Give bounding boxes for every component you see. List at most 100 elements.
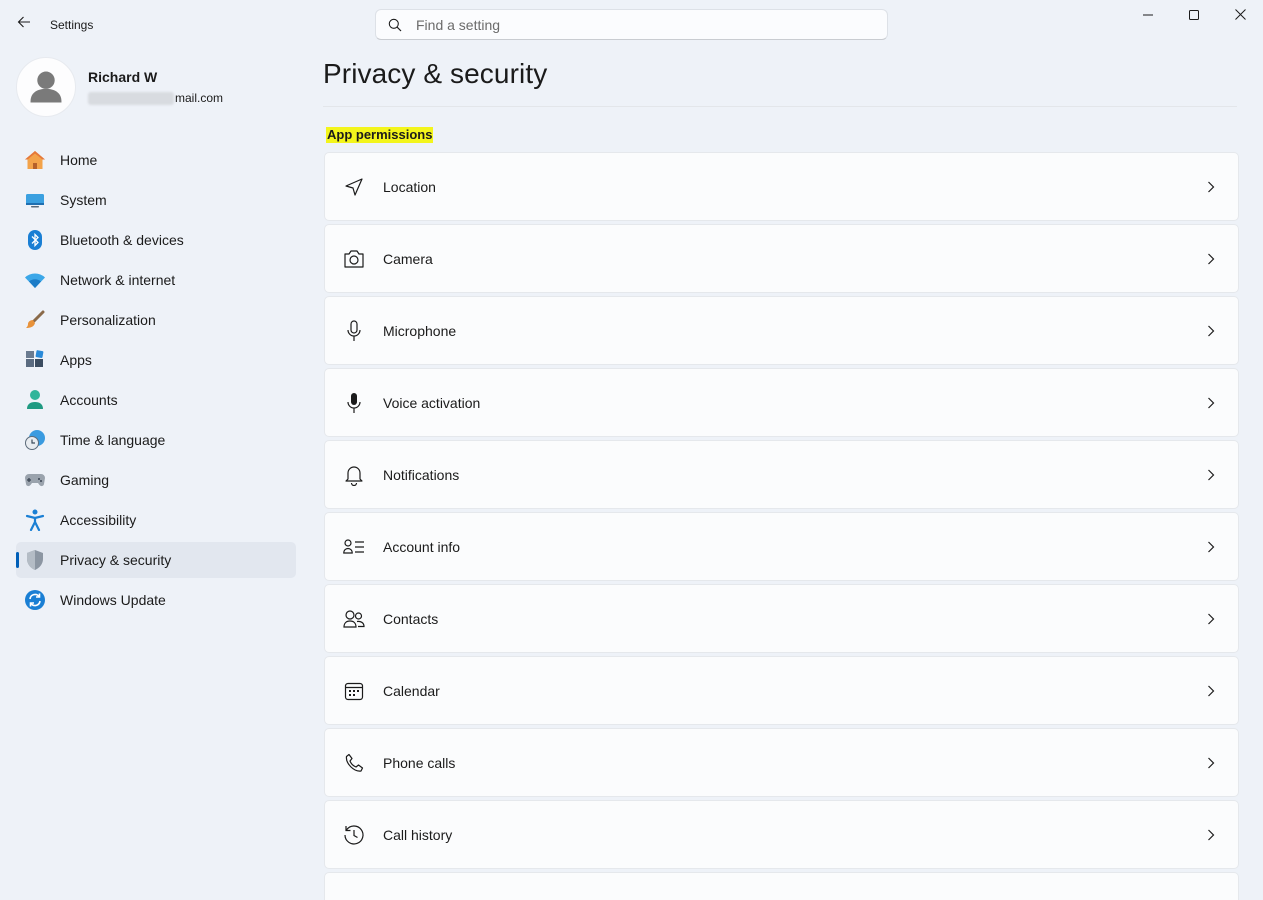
- permission-phone-calls[interactable]: Phone calls: [324, 728, 1239, 797]
- chevron-right-icon: [1204, 683, 1218, 699]
- permission-label: Voice activation: [383, 394, 481, 411]
- home-icon: [24, 149, 46, 171]
- permission-calendar[interactable]: Calendar: [324, 656, 1239, 725]
- minimize-icon: [1143, 7, 1153, 25]
- sidebar-item-home[interactable]: Home: [16, 142, 296, 178]
- sidebar-item-windows-update[interactable]: Windows Update: [16, 582, 296, 618]
- permission-label: Calendar: [383, 682, 440, 699]
- email-redacted: [88, 91, 174, 105]
- shield-icon: [24, 549, 46, 571]
- close-icon: [1234, 7, 1246, 25]
- permission-label: Microphone: [383, 322, 457, 339]
- permission-contacts[interactable]: Contacts: [324, 584, 1239, 653]
- permission-camera[interactable]: Camera: [324, 224, 1239, 293]
- accessibility-icon: [24, 509, 46, 531]
- time-language-icon: [24, 429, 46, 451]
- sidebar-item-network[interactable]: Network & internet: [16, 262, 296, 298]
- profile-email: mail.com: [88, 91, 223, 105]
- permission-microphone[interactable]: Microphone: [324, 296, 1239, 365]
- title-bar: Settings: [0, 0, 1263, 48]
- back-arrow-icon: [17, 15, 31, 34]
- maximize-button[interactable]: [1171, 0, 1217, 32]
- sidebar-item-accounts[interactable]: Accounts: [16, 382, 296, 418]
- sidebar-item-label: Network & internet: [60, 272, 176, 288]
- chevron-right-icon: [1204, 179, 1218, 195]
- calendar-icon: [342, 679, 366, 703]
- permission-label: Camera: [383, 250, 433, 267]
- sidebar-item-accessibility[interactable]: Accessibility: [16, 502, 296, 538]
- window-controls: [1125, 0, 1263, 32]
- permission-call-history[interactable]: Call history: [324, 800, 1239, 869]
- avatar: [16, 57, 76, 117]
- sidebar-item-label: Bluetooth & devices: [60, 232, 184, 248]
- back-button[interactable]: [10, 10, 38, 38]
- sidebar-item-label: Accounts: [60, 392, 118, 408]
- chevron-right-icon: [1204, 539, 1218, 555]
- sidebar-item-gaming[interactable]: Gaming: [16, 462, 296, 498]
- permission-location[interactable]: Location: [324, 152, 1239, 221]
- permission-next-partial[interactable]: [324, 872, 1239, 900]
- account-info-icon: [342, 535, 366, 559]
- sidebar-item-label: System: [60, 192, 107, 208]
- partial-icon: [342, 895, 366, 900]
- chevron-right-icon: [1204, 611, 1218, 627]
- phone-icon: [342, 751, 366, 775]
- profile-email-domain: mail.com: [175, 91, 224, 105]
- wifi-icon: [24, 269, 46, 291]
- permission-notifications[interactable]: Notifications: [324, 440, 1239, 509]
- camera-icon: [342, 247, 366, 271]
- title-divider: [323, 106, 1237, 107]
- sidebar-item-label: Gaming: [60, 472, 110, 488]
- search-icon: [388, 17, 404, 33]
- permission-label: Notifications: [383, 466, 460, 483]
- system-icon: [24, 189, 46, 211]
- permissions-list: Location Camera Microphone Voice activat…: [324, 152, 1239, 900]
- sidebar-item-label: Accessibility: [60, 512, 137, 528]
- location-icon: [342, 175, 366, 199]
- search-input[interactable]: [416, 16, 856, 33]
- search-box[interactable]: [375, 9, 888, 40]
- update-icon: [24, 589, 46, 611]
- chevron-right-icon: [1204, 395, 1218, 411]
- permission-label: Contacts: [383, 610, 439, 627]
- sidebar-item-privacy-security[interactable]: Privacy & security: [16, 542, 296, 578]
- apps-icon: [24, 349, 46, 371]
- bell-icon: [342, 463, 366, 487]
- sidebar-item-label: Home: [60, 152, 98, 168]
- profile-name: Richard W: [88, 69, 158, 85]
- gamepad-icon: [24, 469, 46, 491]
- sidebar-item-label: Windows Update: [60, 592, 166, 608]
- chevron-right-icon: [1204, 251, 1218, 267]
- permission-voice-activation[interactable]: Voice activation: [324, 368, 1239, 437]
- sidebar-item-personalization[interactable]: Personalization: [16, 302, 296, 338]
- bluetooth-icon: [24, 229, 46, 251]
- sidebar-item-label: Apps: [60, 352, 92, 368]
- chevron-right-icon: [1204, 323, 1218, 339]
- chevron-right-icon: [1204, 827, 1218, 843]
- accounts-icon: [24, 389, 46, 411]
- chevron-right-icon: [1204, 755, 1218, 771]
- permission-label: Call history: [383, 826, 453, 843]
- chevron-right-icon: [1204, 467, 1218, 483]
- sidebar-item-system[interactable]: System: [16, 182, 296, 218]
- page-title: Privacy & security: [323, 58, 548, 89]
- sidebar-item-apps[interactable]: Apps: [16, 342, 296, 378]
- section-title: App permissions: [326, 127, 434, 143]
- permission-label: Account info: [383, 538, 461, 555]
- permission-account-info[interactable]: Account info: [324, 512, 1239, 581]
- brush-icon: [24, 309, 46, 331]
- history-icon: [342, 823, 366, 847]
- permission-label: Phone calls: [383, 754, 456, 771]
- app-title: Settings: [50, 18, 94, 32]
- sidebar-item-label: Privacy & security: [60, 552, 172, 568]
- user-profile[interactable]: Richard W mail.com: [16, 57, 223, 117]
- sidebar-item-label: Personalization: [60, 312, 156, 328]
- contacts-icon: [342, 607, 366, 631]
- sidebar-item-time-language[interactable]: Time & language: [16, 422, 296, 458]
- sidebar-nav: Home System Bluetooth & devices Network …: [16, 142, 296, 622]
- sidebar-item-label: Time & language: [60, 432, 166, 448]
- microphone-icon: [342, 319, 366, 343]
- minimize-button[interactable]: [1125, 0, 1171, 32]
- sidebar-item-bluetooth[interactable]: Bluetooth & devices: [16, 222, 296, 258]
- close-button[interactable]: [1217, 0, 1263, 32]
